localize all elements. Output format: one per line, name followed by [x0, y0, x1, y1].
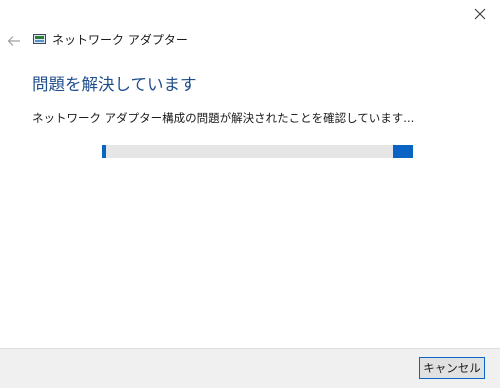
window-title: ネットワーク アダプター — [52, 33, 188, 47]
dialog-footer: キャンセル — [0, 348, 500, 388]
cancel-button[interactable]: キャンセル — [419, 357, 485, 379]
network-adapter-icon — [33, 34, 46, 44]
page-heading: 問題を解決しています — [32, 75, 197, 94]
progress-bar — [102, 145, 413, 158]
back-arrow-icon — [7, 36, 20, 46]
back-button[interactable] — [4, 31, 24, 51]
close-icon — [474, 8, 486, 20]
progress-start-segment — [102, 145, 106, 158]
status-text: ネットワーク アダプター構成の問題が解決されたことを確認しています... — [32, 111, 415, 125]
close-button[interactable] — [466, 2, 494, 26]
progress-moving-segment — [393, 145, 413, 158]
